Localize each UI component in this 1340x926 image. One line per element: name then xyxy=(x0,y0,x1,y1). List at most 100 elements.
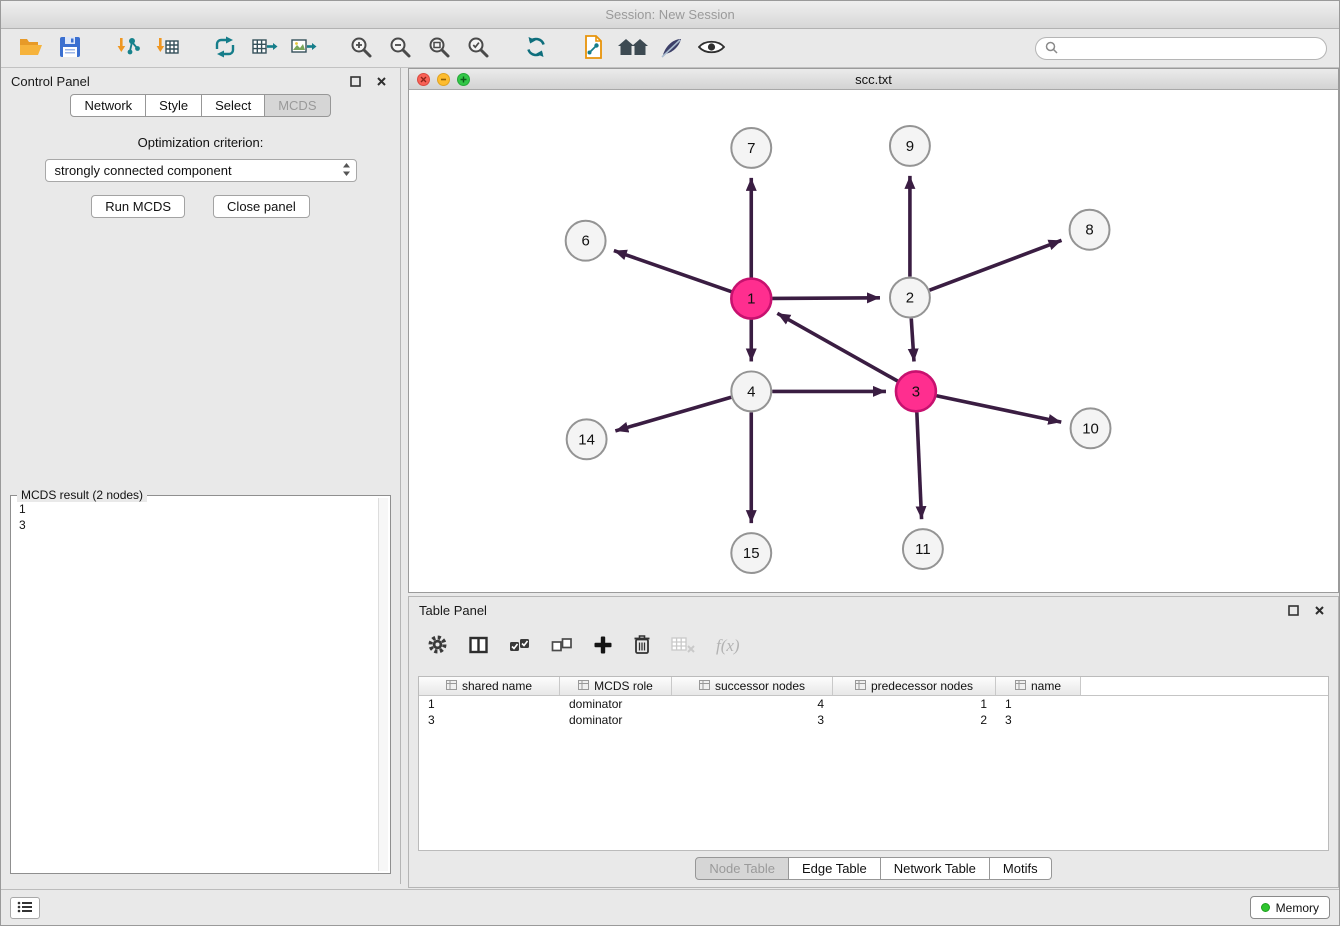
close-window-button[interactable] xyxy=(417,73,430,86)
home-button[interactable] xyxy=(615,33,651,65)
graph-edge-2-8[interactable] xyxy=(930,240,1062,290)
column-header-label: shared name xyxy=(462,679,532,693)
table-row[interactable]: 3dominator323 xyxy=(419,712,1328,728)
select-all-columns-button[interactable] xyxy=(509,635,531,658)
table-column-icon xyxy=(578,679,589,693)
show-graphics-button[interactable] xyxy=(693,33,729,65)
graph-node-3[interactable]: 3 xyxy=(896,371,936,411)
table-cell: 3 xyxy=(419,712,560,728)
close-table-panel-button[interactable] xyxy=(1310,601,1328,619)
table-settings-button[interactable] xyxy=(427,634,448,658)
search-field[interactable] xyxy=(1035,37,1327,60)
graph-node-11[interactable]: 11 xyxy=(903,529,943,569)
minimize-window-button[interactable] xyxy=(437,73,450,86)
table-tab-motifs[interactable]: Motifs xyxy=(990,857,1052,880)
column-header-label: MCDS role xyxy=(594,679,653,693)
column-header-predecessor-nodes[interactable]: predecessor nodes xyxy=(833,677,996,695)
graph-node-9[interactable]: 9 xyxy=(890,126,930,166)
optimization-criterion-select[interactable]: strongly connected component xyxy=(45,159,357,182)
open-session-button[interactable] xyxy=(13,33,49,65)
table-tab-edge-table[interactable]: Edge Table xyxy=(789,857,881,880)
table-tab-node-table[interactable]: Node Table xyxy=(695,857,789,880)
network-graph[interactable]: 7 9 6 8 1 2 4 3 14 10 15 11 xyxy=(409,91,1338,592)
search-input[interactable] xyxy=(1063,42,1317,56)
tab-select[interactable]: Select xyxy=(202,94,265,117)
export-network-button[interactable] xyxy=(207,33,243,65)
deselect-all-columns-button[interactable] xyxy=(551,635,573,658)
control-panel-header: Control Panel xyxy=(1,68,400,94)
paint-style-button[interactable] xyxy=(654,33,690,65)
graph-node-4[interactable]: 4 xyxy=(731,371,771,411)
column-header-successor-nodes[interactable]: successor nodes xyxy=(672,677,833,695)
graph-node-2[interactable]: 2 xyxy=(890,278,930,318)
export-table-button[interactable] xyxy=(246,33,282,65)
column-header-name[interactable]: name xyxy=(996,677,1081,695)
zoom-fit-button[interactable] xyxy=(421,33,457,65)
column-header-mcds-role[interactable]: MCDS role xyxy=(560,677,672,695)
table-row[interactable]: 1dominator411 xyxy=(419,696,1328,712)
add-column-button[interactable] xyxy=(593,635,613,658)
table-tab-network-table[interactable]: Network Table xyxy=(881,857,990,880)
graph-edge-3-10[interactable] xyxy=(936,396,1061,422)
table-column-icon xyxy=(855,679,866,693)
result-scrollbar[interactable] xyxy=(378,498,388,871)
search-icon xyxy=(1045,41,1058,57)
graph-node-7[interactable]: 7 xyxy=(731,128,771,168)
function-builder-button[interactable]: f(x) xyxy=(716,636,740,656)
import-table-button[interactable] xyxy=(149,33,185,65)
graph-edge-3-1[interactable] xyxy=(777,313,897,381)
run-mcds-button[interactable]: Run MCDS xyxy=(91,195,185,218)
table-panel-tabs: Node TableEdge TableNetwork TableMotifs xyxy=(409,857,1338,880)
circular-arrows-icon xyxy=(213,35,237,62)
graph-edge-2-3[interactable] xyxy=(911,319,914,362)
graph-edge-3-11[interactable] xyxy=(917,412,922,519)
table-panel: Table Panel f(x) shared name MCDS role suc… xyxy=(408,596,1339,888)
column-header-shared-name[interactable]: shared name xyxy=(419,677,560,695)
graph-node-14[interactable]: 14 xyxy=(567,419,607,459)
eye-icon xyxy=(698,38,725,59)
graph-node-label: 6 xyxy=(581,233,589,250)
tab-mcds[interactable]: MCDS xyxy=(265,94,330,117)
float-panel-button[interactable] xyxy=(346,72,364,90)
graph-node-6[interactable]: 6 xyxy=(566,221,606,261)
network-view-window: scc.txt 7968124314101511 xyxy=(408,68,1339,593)
graph-edge-1-2[interactable] xyxy=(772,298,880,299)
tab-style[interactable]: Style xyxy=(146,94,202,117)
graph-node-10[interactable]: 10 xyxy=(1071,408,1111,448)
tab-network[interactable]: Network xyxy=(70,94,146,117)
zoom-in-button[interactable] xyxy=(343,33,379,65)
save-session-button[interactable] xyxy=(52,33,88,65)
delete-column-button[interactable] xyxy=(633,634,651,658)
maximize-window-button[interactable] xyxy=(457,73,470,86)
table-cell: 1 xyxy=(833,696,996,712)
network-canvas[interactable]: 7 9 6 8 1 2 4 3 14 10 15 11 xyxy=(409,91,1338,592)
apply-layout-button[interactable] xyxy=(518,33,554,65)
delete-table-button-disabled[interactable] xyxy=(671,636,696,657)
import-network-button[interactable] xyxy=(110,33,146,65)
graph-node-label: 11 xyxy=(915,541,931,558)
zoom-selected-button[interactable] xyxy=(460,33,496,65)
graph-node-15[interactable]: 15 xyxy=(731,533,771,573)
graph-node-1[interactable]: 1 xyxy=(731,279,771,319)
export-table-icon xyxy=(251,35,278,62)
import-style-button[interactable] xyxy=(576,33,612,65)
toolbar-separator xyxy=(557,48,573,49)
graph-edge-4-14[interactable] xyxy=(615,397,731,431)
column-header-label: successor nodes xyxy=(715,679,805,693)
table-mode-button[interactable] xyxy=(468,635,489,658)
graph-node-label: 15 xyxy=(743,545,760,562)
graph-node-label: 8 xyxy=(1085,222,1093,239)
control-panel-tabs: NetworkStyleSelectMCDS xyxy=(1,94,400,117)
zoom-out-button[interactable] xyxy=(382,33,418,65)
panel-menu-button[interactable] xyxy=(10,897,40,919)
close-panel-button[interactable] xyxy=(372,72,390,90)
node-table[interactable]: shared name MCDS role successor nodes prede… xyxy=(418,676,1329,851)
close-panel-action-button[interactable]: Close panel xyxy=(213,195,310,218)
float-table-panel-button[interactable] xyxy=(1284,601,1302,619)
graph-edge-1-6[interactable] xyxy=(614,251,732,292)
table-cell: 1 xyxy=(419,696,560,712)
memory-button[interactable]: Memory xyxy=(1250,896,1330,919)
table-panel-title: Table Panel xyxy=(419,603,487,618)
export-image-button[interactable] xyxy=(285,33,321,65)
graph-node-8[interactable]: 8 xyxy=(1070,210,1110,250)
